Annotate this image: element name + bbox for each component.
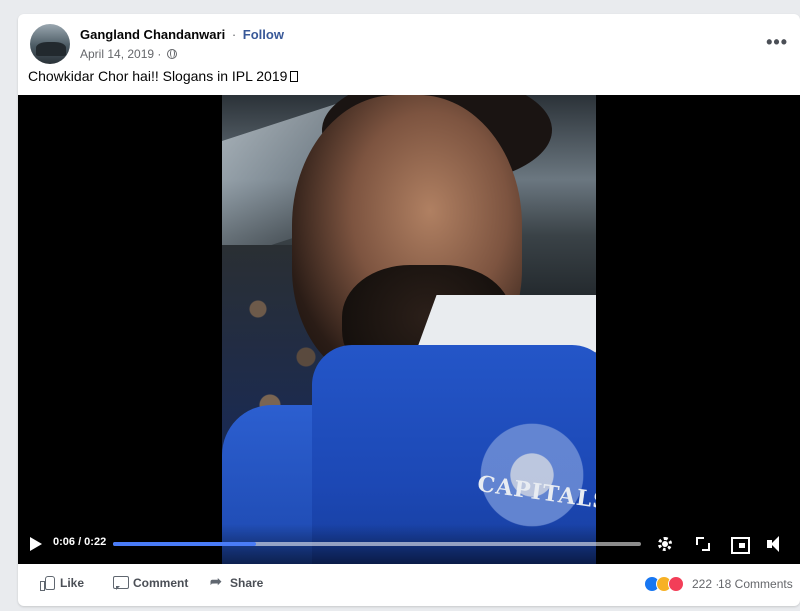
video-frame: CAPITALS [222,95,596,564]
share-label: Share [230,576,264,590]
play-icon[interactable] [30,537,42,551]
settings-icon[interactable] [655,534,675,554]
reaction-count[interactable]: 222 · [692,577,719,591]
video-controls: 0:06 / 0:22 [18,524,800,564]
emoji-placeholder-icon [290,71,299,82]
like-label: Like [60,576,85,590]
follow-button[interactable]: Follow [243,27,284,42]
pip-icon[interactable] [729,534,750,554]
post-header: Gangland Chandanwari · Follow April 14, … [28,22,800,70]
post-text: Chowkidar Chor hai!! Slogans in IPL 2019 [28,68,299,84]
post-meta: April 14, 2019 · [80,47,177,61]
author-row: Gangland Chandanwari · Follow [80,27,284,42]
author-name[interactable]: Gangland Chandanwari [80,27,225,42]
share-icon [210,573,224,590]
post-date[interactable]: April 14, 2019 · [80,47,161,61]
mute-icon[interactable] [765,534,785,554]
progress-bar[interactable] [113,542,641,546]
comment-icon [113,576,129,590]
action-bar: Like Comment Share 222 · 18 Comments [18,564,800,606]
video-player[interactable]: CAPITALS 0:06 / 0:22 [18,95,800,564]
progress-fill [113,542,256,546]
avatar[interactable] [30,24,70,64]
time-display: 0:06 / 0:22 [53,536,107,548]
globe-icon [166,49,177,59]
fullscreen-icon[interactable] [693,534,713,554]
reaction-count-value: 222 [692,577,713,591]
comments-count[interactable]: 18 Comments [718,577,793,591]
post-card: Gangland Chandanwari · Follow April 14, … [18,14,800,606]
more-options-icon[interactable]: ••• [766,32,788,53]
separator-dot: · [231,27,237,42]
comment-label: Comment [133,576,189,590]
share-button[interactable]: Share [210,573,264,590]
like-button[interactable]: Like [40,576,85,591]
comment-button[interactable]: Comment [113,576,188,590]
reactions-summary[interactable] [644,576,692,594]
post-text-content: Chowkidar Chor hai!! Slogans in IPL 2019 [28,68,288,84]
love-reaction-icon [668,576,684,592]
like-icon [40,576,55,591]
